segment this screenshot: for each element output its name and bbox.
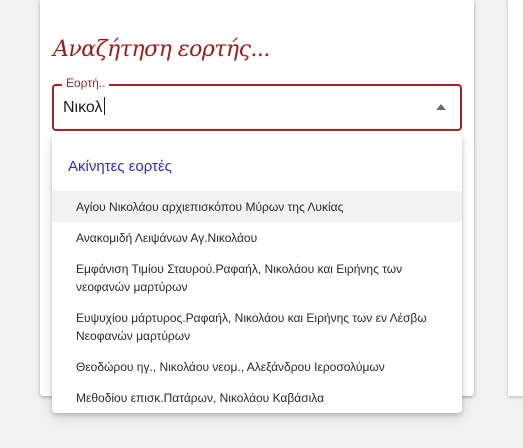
feast-option[interactable]: Ευψυχίου μάρτυρος.Ραφαήλ, Νικολάου και Ε…	[52, 302, 462, 351]
chevron-up-icon[interactable]	[436, 104, 446, 110]
feast-option[interactable]: Ανακομιδή Λειψάνων Αγ.Νικολάου	[52, 222, 462, 253]
feast-option[interactable]: Αγίου Νικολάου αρχιεπισκόπου Μύρων της Λ…	[52, 191, 462, 222]
text-caret	[103, 97, 105, 115]
autocomplete-dropdown: Ακίνητες εορτές Αγίου Νικολάου αρχιεπισκ…	[52, 134, 462, 413]
feast-option[interactable]: Θεοδώρου ηγ., Νικολάου νεομ., Αλεξάνδρου…	[52, 351, 462, 382]
search-heading: Αναζήτηση εορτής...	[53, 37, 270, 62]
feast-option[interactable]: Μεθοδίου επισκ.Πατάρων, Νικολάου Καβάσιλ…	[52, 382, 462, 413]
feast-field-label: Εορτή..	[62, 76, 110, 90]
background-card-right	[508, 0, 523, 396]
feast-option[interactable]: Εμφάνιση Τιμίου Σταυρού.Ραφαήλ, Νικολάου…	[52, 253, 462, 302]
feast-search-input-text: Νικολ	[63, 99, 103, 116]
group-header-fixed-feasts: Ακίνητες εορτές	[68, 158, 172, 175]
feast-options-list: Αγίου Νικολάου αρχιεπισκόπου Μύρων της Λ…	[52, 191, 462, 413]
feast-search-field[interactable]: Εορτή.. Νικολ	[52, 76, 462, 131]
feast-search-input[interactable]: Νικολ	[63, 97, 105, 118]
